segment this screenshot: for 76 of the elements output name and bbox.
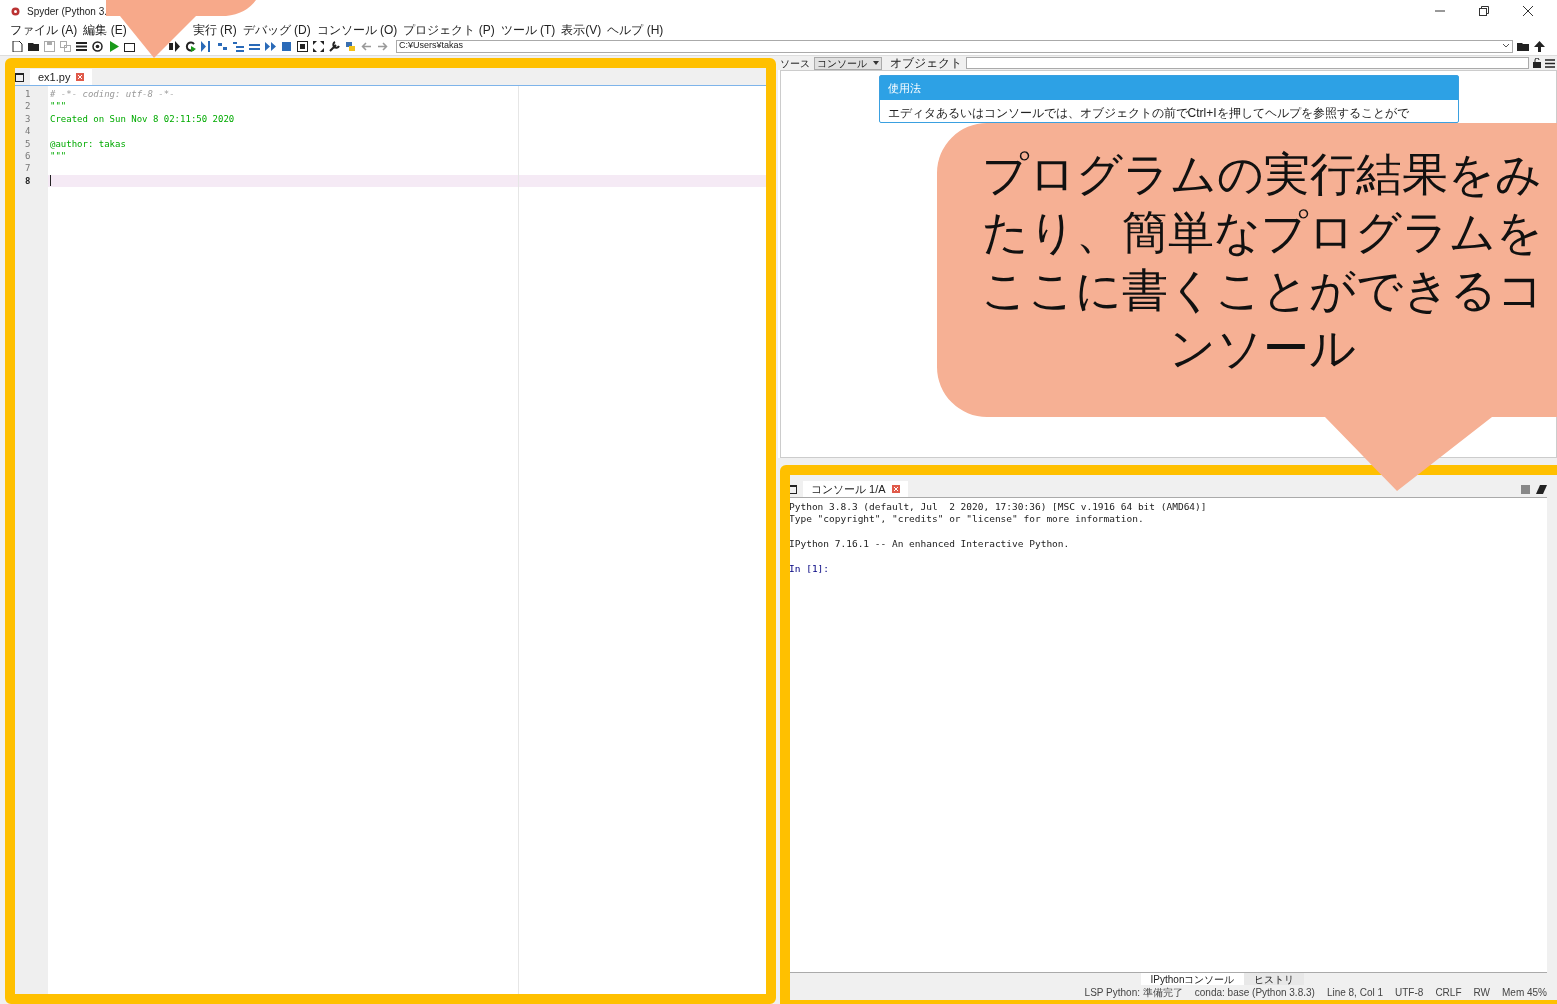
callout-text: プログラムの実行結果をみたり、簡単なプログラムをここに書くことができるコンソール bbox=[979, 147, 1545, 376]
line-number: 4 bbox=[24, 125, 32, 138]
menu-item[interactable]: 表示(V) bbox=[561, 20, 602, 39]
line-number: 2 bbox=[24, 100, 32, 113]
maximize-pane-icon[interactable] bbox=[297, 40, 308, 52]
close-icon[interactable] bbox=[1523, 6, 1533, 16]
line-number: 8 bbox=[24, 174, 32, 188]
menu-item[interactable]: ファイル (A) bbox=[10, 20, 78, 39]
menu-item[interactable]: ヘルプ (H) bbox=[607, 20, 664, 39]
status-item: conda: base (Python 3.8.3) bbox=[1194, 985, 1315, 1000]
path-field[interactable]: C:¥Users¥takas bbox=[396, 39, 1513, 53]
status-item: Mem 45% bbox=[1502, 985, 1547, 1000]
python-logo-icon[interactable] bbox=[345, 40, 356, 52]
line-number: 7 bbox=[24, 162, 32, 175]
spider-logo-icon bbox=[10, 5, 21, 17]
line-number: 6 bbox=[24, 149, 32, 163]
menu-icon[interactable] bbox=[1545, 58, 1555, 68]
play-icon[interactable] bbox=[108, 40, 119, 52]
folder-icon[interactable] bbox=[1517, 40, 1530, 52]
code-line: """ bbox=[50, 149, 67, 163]
menu-item[interactable]: 編集 (E) bbox=[83, 20, 127, 39]
object-label: オブジェクト bbox=[890, 55, 962, 72]
fullscreen-icon[interactable] bbox=[313, 40, 324, 52]
help-title: 使用法 bbox=[879, 76, 1458, 100]
file-tab[interactable]: コンソール 1/A bbox=[803, 481, 908, 497]
up-arrow-icon[interactable] bbox=[1534, 40, 1545, 52]
line-number: 5 bbox=[24, 137, 32, 150]
code-line: Created on Sun Nov 8 02:11:50 2020 bbox=[50, 112, 235, 126]
source-label: ソース bbox=[780, 56, 810, 71]
menu-item[interactable]: ツール (T) bbox=[500, 20, 556, 39]
console-line: Python 3.8.3 (default, Jul 2 2020, 17:30:36) [MSC v.1916 64 bit (AMD64)] bbox=[789, 501, 1208, 514]
pane-tab[interactable]: IPythonコンソール bbox=[1140, 973, 1245, 985]
new-file-icon[interactable] bbox=[12, 40, 23, 52]
menu-item[interactable]: 実行 (R) bbox=[192, 20, 237, 39]
window-icon[interactable] bbox=[15, 73, 24, 82]
run-cell-icon[interactable] bbox=[124, 40, 135, 52]
console-line: In [1]: bbox=[789, 563, 831, 576]
line-number: 1 bbox=[24, 88, 32, 101]
source-dropdown[interactable]: コンソール bbox=[814, 56, 882, 70]
console-line: Type "copyright", "credits" or "license" for more information. bbox=[789, 513, 1145, 526]
status-item: UTF-8 bbox=[1395, 985, 1424, 1000]
status-item: RW bbox=[1473, 985, 1490, 1000]
wrench-icon[interactable] bbox=[329, 40, 340, 52]
dropdown-arrow-icon bbox=[873, 61, 879, 65]
menu-item[interactable]: デバッグ (D) bbox=[242, 20, 311, 39]
pane-tab[interactable]: ヒストリ bbox=[1244, 973, 1305, 985]
code-line: """ bbox=[50, 100, 67, 113]
line-number: 3 bbox=[24, 112, 32, 126]
console-line: IPython 7.16.1 -- An enhanced Interactive Python. bbox=[789, 538, 1071, 551]
stop-icon[interactable] bbox=[281, 40, 292, 52]
step-icon[interactable] bbox=[217, 40, 228, 52]
status-item: CRLF bbox=[1435, 985, 1462, 1000]
run-selection-icon[interactable] bbox=[169, 40, 180, 52]
object-field[interactable] bbox=[966, 57, 1529, 69]
menu-item[interactable]: コンソール (O) bbox=[316, 20, 398, 39]
code-line: @author: takas bbox=[50, 137, 126, 150]
menu-item[interactable]: プロジェクト (P) bbox=[403, 20, 495, 39]
file-tab[interactable]: ex1.py bbox=[30, 69, 93, 85]
restore-icon[interactable] bbox=[1479, 6, 1489, 16]
code-line: # -*- coding: utf-8 -*- bbox=[50, 88, 175, 101]
back-arrow-icon[interactable] bbox=[361, 40, 372, 52]
text-cursor bbox=[50, 175, 51, 187]
window-title: Spyder (Python 3. bbox=[27, 4, 108, 19]
folder-icon[interactable] bbox=[28, 40, 39, 52]
status-item: LSP Python: 準備完了 bbox=[1084, 985, 1183, 1000]
step-into-icon[interactable] bbox=[233, 40, 244, 52]
forward-arrow-icon[interactable] bbox=[377, 40, 388, 52]
eraser-icon[interactable] bbox=[1536, 485, 1547, 494]
list-icon[interactable] bbox=[76, 40, 87, 52]
status-item: Line 8, Col 1 bbox=[1326, 985, 1384, 1000]
help-text: エディタあるいはコンソールでは、オブジェクトの前でCtrl+Iを押してヘルプを参照することがで bbox=[887, 105, 1409, 122]
lock-icon[interactable] bbox=[1533, 58, 1541, 68]
continue-icon[interactable] bbox=[265, 40, 276, 52]
debug-icon[interactable] bbox=[201, 40, 212, 52]
window-icon[interactable] bbox=[788, 485, 797, 494]
rerun-icon[interactable] bbox=[185, 40, 196, 52]
